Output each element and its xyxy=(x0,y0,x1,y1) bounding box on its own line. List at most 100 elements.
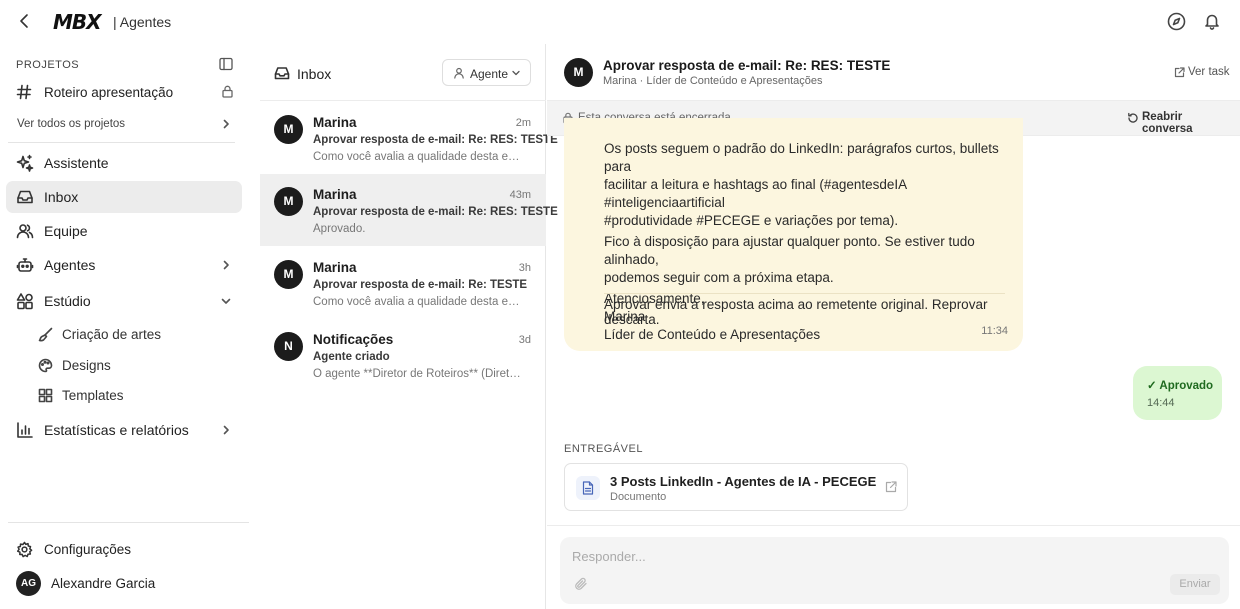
compass-icon[interactable] xyxy=(1167,12,1186,31)
studio-item-label: Templates xyxy=(62,388,124,403)
settings-label: Configurações xyxy=(44,542,132,557)
paperclip-icon[interactable] xyxy=(574,577,588,591)
chevron-right-icon xyxy=(220,259,232,271)
projects-section-label: PROJETOS xyxy=(16,59,80,71)
chevron-right-icon[interactable] xyxy=(220,118,232,130)
project-item[interactable]: Roteiro apresentação xyxy=(16,82,236,106)
sparkles-icon xyxy=(16,154,34,172)
project-name: Roteiro apresentação xyxy=(44,85,174,100)
conversation-item-selected[interactable]: M Marina 43m Aprovar resposta de e-mail:… xyxy=(260,174,558,246)
view-task-link[interactable]: Ver task xyxy=(1174,66,1234,80)
conversation-sender: Marina xyxy=(313,187,357,202)
agent-filter-label: Agente xyxy=(470,67,509,81)
message-line: #produtividade #PECEGE e variações por t… xyxy=(604,213,899,228)
external-link-icon[interactable] xyxy=(885,481,897,493)
user-profile[interactable]: AG Alexandre Garcia xyxy=(16,571,246,597)
deliverable-card[interactable]: 3 Posts LinkedIn - Agentes de IA - PECEG… xyxy=(564,463,908,511)
back-arrow-icon[interactable] xyxy=(16,12,34,30)
conversation-subject: Agente criado xyxy=(313,351,390,363)
conversation-item[interactable]: M Marina 2m Aprovar resposta de e-mail: … xyxy=(260,102,558,174)
conversation-time: 3h xyxy=(518,262,531,274)
bar-chart-icon xyxy=(16,421,34,439)
nav-label: Assistente xyxy=(44,155,109,171)
message-line: Fico à disposição para ajustar qualquer … xyxy=(604,234,975,267)
inbox-icon xyxy=(16,188,34,206)
conversation-item[interactable]: N Notificações 3d Agente criado O agente… xyxy=(260,319,546,391)
nav-item-inbox[interactable]: Inbox xyxy=(6,181,242,213)
conversation-preview: Aprovado. xyxy=(313,223,366,235)
brand-logo: MBX xyxy=(53,10,102,34)
see-all-projects-link[interactable]: Ver todos os projetos xyxy=(17,118,125,130)
avatar: M xyxy=(274,260,303,289)
avatar: M xyxy=(274,187,303,216)
message-line: facilitar a leitura e hashtags ao final … xyxy=(604,177,907,210)
view-task-label: Ver task xyxy=(1188,66,1230,78)
avatar: N xyxy=(274,332,303,361)
bell-icon[interactable] xyxy=(1203,12,1221,30)
thread-header: M Aprovar resposta de e-mail: Re: RES: T… xyxy=(547,44,1240,100)
bot-icon xyxy=(16,256,34,274)
conversation-item[interactable]: M Marina 3h Aprovar resposta de e-mail: … xyxy=(260,247,546,319)
nav-item-estatisticas[interactable]: Estatísticas e relatórios xyxy=(6,414,242,446)
conversation-preview: Como você avalia a qualidade desta entre… xyxy=(313,296,525,308)
palette-icon xyxy=(38,358,53,373)
studio-item-templates[interactable]: Templates xyxy=(38,384,238,408)
nav-item-equipe[interactable]: Equipe xyxy=(6,215,242,247)
conversation-sender: Marina xyxy=(313,115,357,130)
deliverable-type: Documento xyxy=(610,491,667,503)
inbox-icon xyxy=(274,65,290,81)
composer-area: Responder... Enviar xyxy=(547,525,1240,609)
nav-label: Agentes xyxy=(44,257,96,273)
studio-item-designs[interactable]: Designs xyxy=(38,354,238,378)
conversation-time: 2m xyxy=(515,117,531,129)
studio-item-label: Criação de artes xyxy=(62,327,162,342)
conversation-subject: Aprovar resposta de e-mail: Re: TESTE xyxy=(313,279,528,291)
settings-item[interactable]: Configurações xyxy=(16,539,236,561)
lock-icon xyxy=(221,85,234,98)
user-name: Alexandre Garcia xyxy=(51,576,156,591)
approval-note: Aprovar envia a resposta acima ao remete… xyxy=(604,297,988,327)
user-icon xyxy=(453,67,465,79)
studio-item-label: Designs xyxy=(62,358,111,373)
chevron-down-icon xyxy=(220,295,232,307)
conversation-thread: M Aprovar resposta de e-mail: Re: RES: T… xyxy=(547,44,1240,609)
nav-item-estudio[interactable]: Estúdio xyxy=(6,285,242,317)
agent-filter-dropdown[interactable]: Agente xyxy=(442,59,531,86)
users-icon xyxy=(16,222,34,240)
document-icon xyxy=(576,476,600,500)
conversation-sender: Notificações xyxy=(313,332,394,347)
nav-item-assistente[interactable]: Assistente xyxy=(6,147,242,179)
panel-toggle-icon[interactable] xyxy=(219,57,233,71)
studio-item-criacao-de-artes[interactable]: Criação de artes xyxy=(38,323,238,347)
nav-label: Estatísticas e relatórios xyxy=(44,422,189,438)
chevron-right-icon xyxy=(220,424,232,436)
sidebar: PROJETOS Roteiro apresentação Ver todos … xyxy=(0,44,250,609)
message-line: podemos seguir com a próxima etapa. xyxy=(604,270,834,285)
reopen-conversation-button[interactable]: Reabrir conversa xyxy=(1127,111,1227,135)
reopen-label: Reabrir conversa xyxy=(1142,111,1193,135)
inbox-panel: Inbox Agente M Marina 2m Aprovar respost… xyxy=(260,44,558,609)
conversation-subject: Aprovar resposta de e-mail: Re: RES: TES… xyxy=(313,206,558,218)
inbox-title: Inbox xyxy=(297,66,332,82)
top-bar: MBX | Agentes xyxy=(0,0,1240,44)
send-button[interactable]: Enviar xyxy=(1170,574,1220,595)
avatar: M xyxy=(564,58,593,87)
conversation-time: 3d xyxy=(518,334,531,346)
nav-item-agentes[interactable]: Agentes xyxy=(6,249,242,281)
reply-composer[interactable]: Responder... Enviar xyxy=(560,537,1229,604)
avatar: AG xyxy=(16,571,41,596)
grid-icon xyxy=(38,388,53,403)
reply-input-placeholder[interactable]: Responder... xyxy=(572,549,646,564)
hash-icon xyxy=(16,84,32,100)
conversation-subject: Aprovar resposta de e-mail: Re: RES: TES… xyxy=(313,134,558,146)
message-bubble: Os posts seguem o padrão do LinkedIn: pa… xyxy=(564,118,1023,351)
shapes-icon xyxy=(16,292,34,310)
message-line: Líder de Conteúdo e Apresentações xyxy=(604,327,821,342)
approved-label: ✓ Aprovado xyxy=(1147,380,1214,392)
conversation-preview: O agente **Diretor de Roteiros** (Direto… xyxy=(313,368,525,380)
message-line: Os posts seguem o padrão do LinkedIn: pa… xyxy=(604,141,999,174)
thread-subtitle: Marina · Líder de Conteúdo e Apresentaçõ… xyxy=(603,75,823,87)
chevron-down-icon xyxy=(511,68,521,78)
deliverable-title: 3 Posts LinkedIn - Agentes de IA - PECEG… xyxy=(610,474,877,489)
deliverable-section-label: ENTREGÁVEL xyxy=(564,443,643,455)
